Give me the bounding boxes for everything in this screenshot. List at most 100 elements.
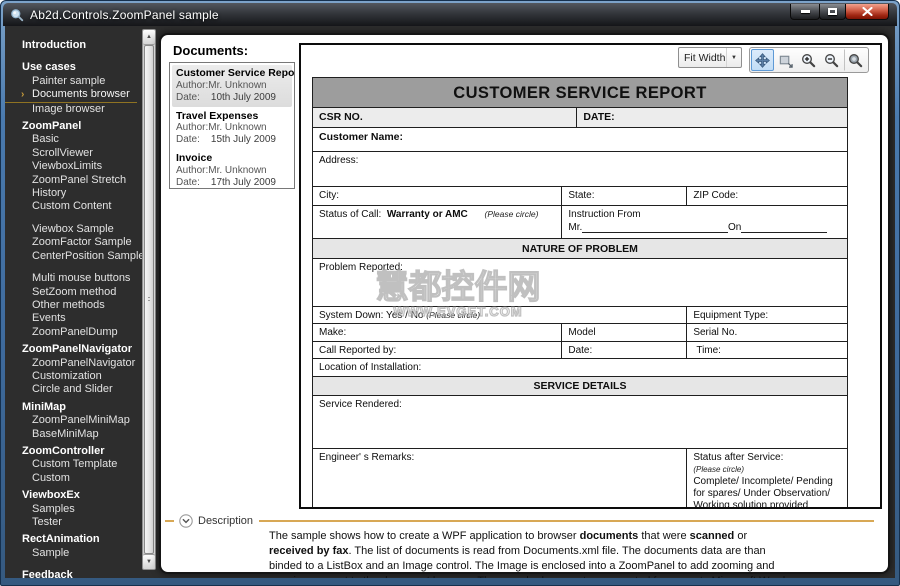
sidebar-item[interactable]: ›CenterPosition Sample: [5, 250, 142, 263]
sidebar-item[interactable]: ›Image browser: [5, 103, 142, 116]
form-cell-address: Address:: [313, 152, 847, 186]
documents-header: Documents:: [173, 43, 248, 58]
sidebar-item-label: Viewbox Sample: [32, 223, 114, 235]
document-list-item[interactable]: Invoice Author:Mr. Unknown Date:17th Jul…: [172, 150, 292, 189]
sidebar-item[interactable]: ›Use cases: [5, 61, 142, 74]
sidebar-item[interactable]: ›Custom: [5, 472, 142, 485]
description-line-left: [165, 520, 174, 522]
document-author: Author:Mr. Unknown: [176, 122, 288, 134]
documents-listbox[interactable]: Customer Service Report Author:Mr. Unkno…: [169, 62, 295, 189]
sidebar-item[interactable]: ›Custom Content: [5, 200, 142, 213]
sidebar-item[interactable]: ›Events: [5, 312, 142, 325]
sidebar-item[interactable]: ›Feedback: [5, 569, 142, 578]
document-list-item[interactable]: Travel Expenses Author:Mr. Unknown Date:…: [172, 108, 292, 150]
description-segment: or: [734, 530, 747, 542]
sidebar-item-label: Events: [32, 312, 66, 324]
sidebar-item-label: MiniMap: [22, 401, 66, 413]
sidebar-item[interactable]: ›ZoomPanelDump: [5, 326, 142, 339]
sidebar-item[interactable]: ›Introduction: [5, 39, 142, 52]
sidebar-item[interactable]: ›ViewboxLimits: [5, 160, 142, 173]
sidebar-item[interactable]: ›Viewbox Sample: [5, 223, 142, 236]
window-controls: [791, 4, 889, 20]
zoom-mode-select[interactable]: Fit Width ▼: [678, 47, 742, 68]
sidebar-item[interactable]: ›ZoomFactor Sample: [5, 236, 142, 249]
window-frame: Ab2d.Controls.ZoomPanel sample ›Introduc…: [0, 0, 900, 586]
sidebar-item-label: Feedback: [22, 569, 73, 578]
sidebar-item[interactable]: ›Sample: [5, 547, 142, 560]
close-icon: [862, 7, 873, 16]
zoom-in-button[interactable]: [797, 49, 820, 71]
sidebar-item-label: Documents browser: [32, 88, 130, 100]
sidebar-item[interactable]: ›Custom Template: [5, 458, 142, 471]
sidebar-item-label: Painter sample: [32, 75, 105, 87]
minimize-button[interactable]: [790, 4, 820, 20]
viewer-toolbar: Fit Width ▼: [678, 47, 869, 73]
zoom-reset-button[interactable]: [844, 49, 867, 71]
sidebar-scrollbar[interactable]: ▲ ▼: [142, 29, 156, 570]
sidebar-item-label: Basic: [32, 133, 59, 145]
form-cell-date: Date:: [562, 342, 687, 358]
zoom-mode-value: Fit Width: [679, 52, 726, 64]
sidebar-item[interactable]: ›ZoomPanel Stretch: [5, 174, 142, 187]
description-segment: The sample shows how to create a WPF app…: [269, 530, 580, 542]
sidebar-item[interactable]: ›Samples: [5, 503, 142, 516]
sidebar-item[interactable]: ›Multi mouse buttons: [5, 272, 142, 285]
form-cell-location: Location of Installation:: [313, 359, 847, 376]
description-text: The sample shows how to create a WPF app…: [269, 529, 793, 578]
window-client-area: ›Introduction ›Use cases ›Painter sample…: [5, 26, 895, 578]
chevron-down-icon: ▼: [726, 48, 741, 67]
sidebar-item[interactable]: › Documents browser: [5, 88, 137, 102]
sidebar-item[interactable]: ›Basic: [5, 133, 142, 146]
sidebar-item[interactable]: ›SetZoom method: [5, 286, 142, 299]
scroll-down-button[interactable]: ▼: [143, 554, 155, 569]
sidebar-item[interactable]: ›Customization: [5, 370, 142, 383]
sidebar-item[interactable]: ›BaseMiniMap: [5, 428, 142, 441]
sidebar-item-label: Custom: [32, 472, 70, 484]
zoom-out-icon: [824, 53, 839, 68]
sidebar-item[interactable]: ›ScrollViewer: [5, 147, 142, 160]
sidebar-item[interactable]: ›ZoomPanelNavigator: [5, 357, 142, 370]
document-viewer[interactable]: CUSTOMER SERVICE REPORT CSR NO. DATE: Cu…: [299, 43, 882, 509]
zoom-out-button[interactable]: [820, 49, 843, 71]
sidebar-item[interactable]: ›Circle and Slider: [5, 383, 142, 396]
close-button[interactable]: [845, 4, 889, 20]
sidebar-item[interactable]: ›Painter sample: [5, 75, 142, 88]
sidebar-item-label: RectAnimation: [22, 533, 100, 545]
move-tool-button[interactable]: [751, 49, 774, 71]
sidebar-item-label: CenterPosition Sample: [32, 250, 142, 262]
selected-arrow-icon: ›: [21, 88, 24, 101]
document-date: Date:10th July 2009: [176, 92, 288, 104]
sidebar-item[interactable]: ›ZoomPanel: [5, 120, 142, 133]
sidebar-item[interactable]: ›MiniMap: [5, 401, 142, 414]
sidebar-item[interactable]: ›RectAnimation: [5, 533, 142, 546]
sidebar-item-label: Custom Template: [32, 458, 117, 470]
window-title: Ab2d.Controls.ZoomPanel sample: [30, 8, 219, 22]
sidebar-item[interactable]: ›History: [5, 187, 142, 200]
sidebar-item[interactable]: ›ZoomController: [5, 445, 142, 458]
maximize-button[interactable]: [819, 4, 846, 20]
sidebar-item[interactable]: ›Other methods: [5, 299, 142, 312]
sidebar-item[interactable]: ›Tester: [5, 516, 142, 529]
description-expander: Description: [165, 514, 874, 528]
sidebar-item[interactable]: ›ZoomPanelNavigator: [5, 343, 142, 356]
scrollbar-thumb[interactable]: [144, 45, 154, 554]
sidebar-item-label: Image browser: [32, 103, 105, 115]
scrollbar-grip-icon: [148, 297, 150, 303]
scroll-up-button[interactable]: ▲: [143, 30, 155, 45]
sidebar-item-label: History: [32, 187, 66, 199]
sidebar-item-label: Introduction: [22, 39, 86, 51]
document-list-item[interactable]: Customer Service Report Author:Mr. Unkno…: [172, 65, 292, 107]
window-titlebar[interactable]: Ab2d.Controls.ZoomPanel sample: [3, 3, 897, 26]
expander-chevron-down-icon[interactable]: [179, 514, 193, 528]
zoom-in-icon: [801, 53, 816, 68]
form-cell-instruction: Instruction From Mr.On: [562, 206, 847, 238]
content-card: Documents: Customer Service Report Autho…: [159, 33, 890, 574]
rect-select-icon: [778, 53, 793, 68]
document-date: Date:17th July 2009: [176, 177, 288, 189]
sidebar-item-label: Circle and Slider: [32, 383, 113, 395]
sidebar-item[interactable]: ›ViewboxEx: [5, 489, 142, 502]
sidebar-item[interactable]: ›ZoomPanelMiniMap: [5, 414, 142, 427]
form-cell-service-rendered: Service Rendered:: [313, 396, 847, 448]
rect-zoom-button[interactable]: [774, 49, 797, 71]
sidebar-item-label: ZoomPanelNavigator: [32, 357, 135, 369]
